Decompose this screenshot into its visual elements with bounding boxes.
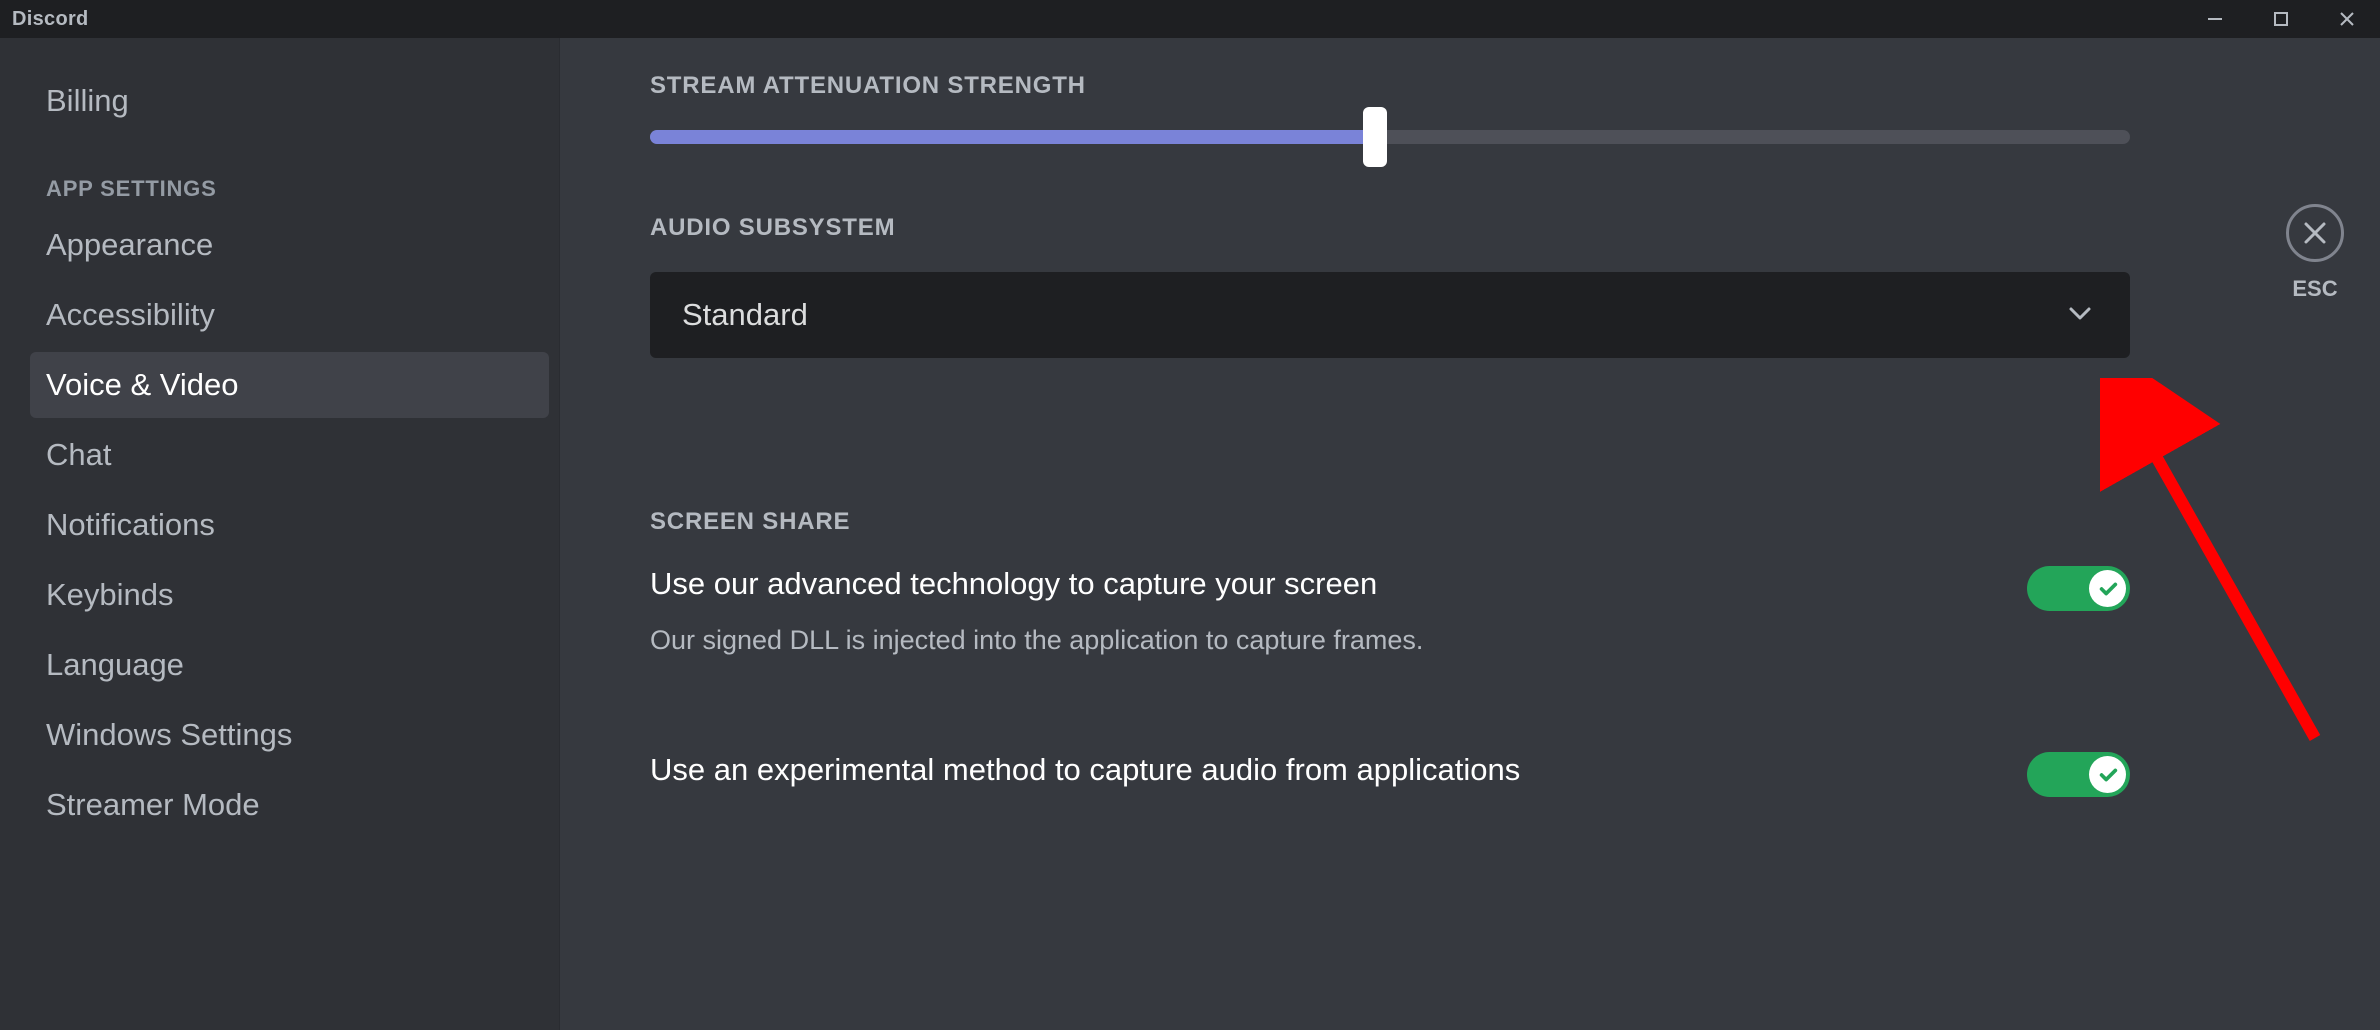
sidebar-item-streamer-mode[interactable]: Streamer Mode bbox=[30, 772, 549, 838]
sidebar-item-chat[interactable]: Chat bbox=[30, 422, 549, 488]
sidebar-section-app-settings: APP SETTINGS bbox=[30, 138, 549, 212]
slider-fill bbox=[650, 130, 1375, 144]
sidebar-item-appearance[interactable]: Appearance bbox=[30, 212, 549, 278]
close-icon bbox=[2338, 10, 2356, 28]
window-body: Billing APP SETTINGS Appearance Accessib… bbox=[0, 38, 2380, 1030]
settings-sidebar: Billing APP SETTINGS Appearance Accessib… bbox=[0, 38, 560, 1030]
close-panel: ESC bbox=[2286, 204, 2344, 302]
window-minimize-button[interactable] bbox=[2182, 0, 2248, 38]
desc-advanced-capture: Our signed DLL is injected into the appl… bbox=[650, 625, 2130, 656]
check-icon bbox=[2097, 578, 2119, 600]
audio-subsystem-select[interactable]: Standard bbox=[650, 272, 2130, 358]
sidebar-item-notifications[interactable]: Notifications bbox=[30, 492, 549, 558]
heading-screen-share: SCREEN SHARE bbox=[650, 508, 2130, 536]
toggle-experimental-audio[interactable] bbox=[2027, 752, 2130, 797]
title-bar: Discord bbox=[0, 0, 2380, 38]
maximize-icon bbox=[2272, 10, 2290, 28]
window-controls bbox=[2182, 0, 2380, 38]
heading-audio-subsystem: AUDIO SUBSYSTEM bbox=[650, 214, 2130, 242]
sidebar-item-windows-settings[interactable]: Windows Settings bbox=[30, 702, 549, 768]
chevron-down-icon bbox=[2066, 299, 2094, 332]
sidebar-item-billing[interactable]: Billing bbox=[30, 68, 549, 134]
close-icon bbox=[2302, 220, 2328, 246]
toggle-knob bbox=[2089, 756, 2126, 793]
toggle-knob bbox=[2089, 570, 2126, 607]
attenuation-slider[interactable] bbox=[650, 130, 2130, 144]
settings-content: STREAM ATTENUATION STRENGTH AUDIO SUBSYS… bbox=[560, 38, 2240, 1030]
row-experimental-audio: Use an experimental method to capture au… bbox=[650, 752, 2130, 797]
heading-attenuation: STREAM ATTENUATION STRENGTH bbox=[650, 72, 2130, 100]
esc-label: ESC bbox=[2292, 276, 2337, 302]
toggle-advanced-capture[interactable] bbox=[2027, 566, 2130, 611]
check-icon bbox=[2097, 764, 2119, 786]
window-maximize-button[interactable] bbox=[2248, 0, 2314, 38]
label-advanced-capture: Use our advanced technology to capture y… bbox=[650, 566, 1377, 602]
audio-subsystem-value: Standard bbox=[682, 297, 808, 333]
settings-content-wrap: STREAM ATTENUATION STRENGTH AUDIO SUBSYS… bbox=[560, 38, 2380, 1030]
sidebar-item-language[interactable]: Language bbox=[30, 632, 549, 698]
close-settings-button[interactable] bbox=[2286, 204, 2344, 262]
slider-thumb[interactable] bbox=[1363, 107, 1387, 167]
row-advanced-capture: Use our advanced technology to capture y… bbox=[650, 566, 2130, 611]
sidebar-item-voice-video[interactable]: Voice & Video bbox=[30, 352, 549, 418]
sidebar-item-keybinds[interactable]: Keybinds bbox=[30, 562, 549, 628]
label-experimental-audio: Use an experimental method to capture au… bbox=[650, 752, 1520, 788]
minimize-icon bbox=[2206, 10, 2224, 28]
app-title: Discord bbox=[12, 8, 89, 31]
sidebar-item-accessibility[interactable]: Accessibility bbox=[30, 282, 549, 348]
window-close-button[interactable] bbox=[2314, 0, 2380, 38]
